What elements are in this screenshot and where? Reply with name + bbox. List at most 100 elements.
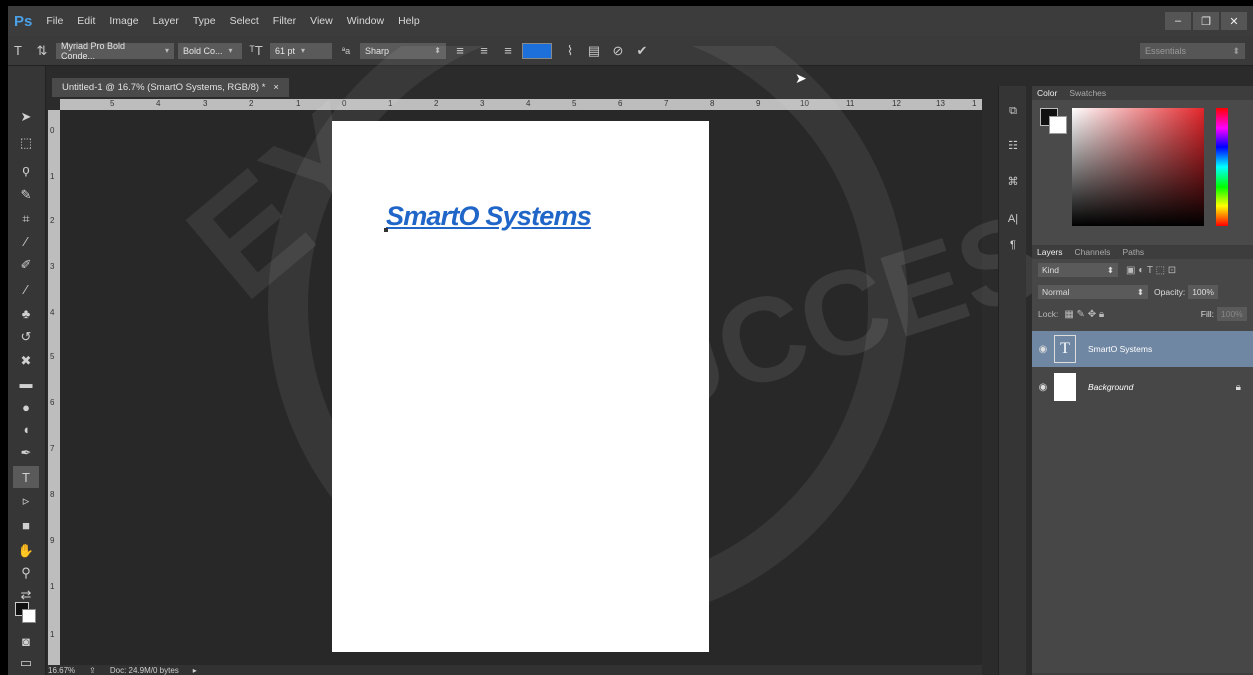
opacity-input[interactable]: 100% — [1188, 285, 1219, 299]
text-color-swatch[interactable] — [522, 42, 552, 59]
ruler-tick: 9 — [756, 99, 761, 108]
tab-swatches[interactable]: Swatches — [1069, 88, 1106, 98]
layer-name[interactable]: Background — [1088, 382, 1133, 392]
font-size-select[interactable]: 61 pt ▾ — [270, 42, 332, 59]
cancel-edit-icon[interactable]: ⊘ — [608, 41, 628, 61]
brush-panel-icon[interactable]: ⌘ — [1004, 172, 1022, 190]
font-style-select[interactable]: Bold Co... ▾ — [178, 42, 242, 59]
align-right-icon[interactable]: ≡ — [498, 41, 518, 61]
menu-type[interactable]: Type — [193, 15, 216, 27]
canvas-area[interactable]: SmartO Systems — [60, 110, 982, 665]
filter-kind-select[interactable]: Kind ⬍ — [1038, 263, 1118, 277]
lock-icons[interactable]: ▦ ✎ ✥ 🔒︎ — [1064, 309, 1104, 320]
character-panel-icon[interactable]: A| — [1004, 210, 1022, 228]
color-picker-field[interactable] — [1072, 108, 1204, 226]
lock-label: Lock: — [1038, 309, 1059, 319]
panel-background-color[interactable] — [1049, 116, 1067, 134]
workspace-select[interactable]: Essentials ⬍ — [1140, 43, 1245, 59]
gradient-tool-icon[interactable]: ▬ — [13, 372, 39, 394]
ruler-tick: 3 — [480, 99, 485, 108]
ruler-tick: 4 — [156, 99, 161, 108]
character-panel-icon[interactable]: ▤ — [584, 41, 604, 61]
quick-select-tool-icon[interactable]: ✎ — [13, 184, 39, 206]
warp-text-icon[interactable]: ⌇ — [560, 41, 580, 61]
blend-mode-select[interactable]: Normal ⬍ — [1038, 285, 1148, 299]
properties-panel-icon[interactable]: ☷ — [1004, 136, 1022, 154]
filter-icons[interactable]: ▣ ◐ T ⬚ ⊡ — [1126, 265, 1176, 276]
window-controls: – ❐ ✕ — [1165, 12, 1247, 30]
foreground-background-swatch[interactable] — [13, 602, 39, 624]
toggle-orientation-icon[interactable]: ⇅ — [32, 41, 52, 61]
status-menu-arrow-icon[interactable]: ▸ — [193, 666, 197, 675]
document-tab[interactable]: Untitled-1 @ 16.7% (SmartO Systems, RGB/… — [52, 78, 289, 97]
menu-help[interactable]: Help — [398, 15, 420, 27]
move-tool-icon[interactable]: ➤ — [13, 106, 39, 128]
document-canvas[interactable]: SmartO Systems — [332, 121, 709, 652]
ruler-tick: 1 — [388, 99, 393, 108]
font-family-select[interactable]: Myriad Pro Bold Conde... ▾ — [56, 41, 174, 61]
eraser-tool-icon[interactable]: ✖ — [13, 350, 39, 372]
restore-button[interactable]: ❐ — [1193, 12, 1219, 30]
pen-tool-icon[interactable]: ✒ — [13, 442, 39, 464]
chevron-down-icon: ⬍ — [434, 46, 441, 55]
menu-window[interactable]: Window — [347, 15, 384, 27]
zoom-level[interactable]: 16.67% — [48, 666, 75, 675]
close-button[interactable]: ✕ — [1221, 12, 1247, 30]
commit-edit-icon[interactable]: ✔ — [632, 41, 652, 61]
history-panel-icon[interactable]: ⧉ — [1004, 102, 1022, 120]
crop-tool-icon[interactable]: ⌗ — [13, 208, 39, 230]
fill-input[interactable]: 100% — [1217, 307, 1247, 321]
tab-paths[interactable]: Paths — [1122, 247, 1144, 257]
layer-row[interactable]: ◉ Background 🔒︎ — [1032, 369, 1253, 405]
menu-image[interactable]: Image — [109, 15, 138, 27]
ruler-tick: 11 — [846, 99, 855, 108]
share-icon[interactable]: ⇪ — [89, 666, 96, 675]
healing-brush-tool-icon[interactable]: ✐ — [13, 254, 39, 276]
menu-view[interactable]: View — [310, 15, 333, 27]
visibility-eye-icon[interactable]: ◉ — [1032, 344, 1054, 355]
close-tab-icon[interactable]: × — [273, 82, 279, 93]
hue-slider[interactable] — [1216, 108, 1228, 226]
layer-row[interactable]: ◉ T SmartO Systems — [1032, 331, 1253, 367]
document-text-layer[interactable]: SmartO Systems — [386, 201, 592, 232]
brush-tool-icon[interactable]: ∕ — [13, 278, 39, 300]
antialias-select[interactable]: Sharp ⬍ — [360, 42, 446, 59]
blend-mode-value: Normal — [1042, 287, 1070, 297]
blur-tool-icon[interactable]: ● — [13, 396, 39, 418]
eyedropper-tool-icon[interactable]: ⁄ — [13, 230, 39, 252]
menu-filter[interactable]: Filter — [273, 15, 296, 27]
hand-tool-icon[interactable]: ✋ — [13, 540, 39, 562]
ruler-tick: 1 — [296, 99, 301, 108]
menu-select[interactable]: Select — [230, 15, 259, 27]
menu-file[interactable]: File — [46, 15, 63, 27]
align-left-icon[interactable]: ≡ — [450, 41, 470, 61]
zoom-tool-icon[interactable]: ⚲ — [13, 562, 39, 584]
tab-layers[interactable]: Layers — [1037, 247, 1063, 257]
tab-channels[interactable]: Channels — [1075, 247, 1111, 257]
minimize-button[interactable]: – — [1165, 12, 1191, 30]
menu-edit[interactable]: Edit — [77, 15, 95, 27]
layer-name[interactable]: SmartO Systems — [1088, 344, 1152, 354]
type-tool-icon[interactable]: T — [13, 466, 39, 488]
clone-stamp-tool-icon[interactable]: ♣ — [13, 302, 39, 324]
photoshop-window: Ps File Edit Image Layer Type Select Fil… — [8, 6, 1253, 675]
rectangle-tool-icon[interactable]: ■ — [13, 514, 39, 536]
history-brush-tool-icon[interactable]: ↺ — [13, 326, 39, 348]
path-select-tool-icon[interactable]: ▹ — [13, 490, 39, 512]
paragraph-panel-icon[interactable]: ¶ — [1004, 236, 1022, 254]
dodge-tool-icon[interactable]: ◖ — [13, 418, 39, 440]
visibility-eye-icon[interactable]: ◉ — [1032, 382, 1054, 393]
menu-layer[interactable]: Layer — [153, 15, 179, 27]
tab-color[interactable]: Color — [1037, 88, 1057, 98]
marquee-tool-icon[interactable]: ⬚ — [13, 132, 39, 154]
document-tab-title: Untitled-1 @ 16.7% (SmartO Systems, RGB/… — [62, 82, 266, 93]
lock-row: Lock: ▦ ✎ ✥ 🔒︎ Fill: 100% — [1032, 303, 1253, 325]
ps-logo: Ps — [14, 12, 33, 30]
align-center-icon[interactable]: ≡ — [474, 41, 494, 61]
type-tool-icon[interactable]: T — [8, 41, 28, 61]
quick-mask-icon[interactable]: ◙ — [13, 630, 39, 652]
horizontal-ruler: 5 4 3 2 1 0 1 2 3 4 5 6 7 8 9 10 11 12 1… — [60, 99, 982, 110]
screen-mode-icon[interactable]: ▭ — [13, 652, 39, 674]
panel-icon-strip: ⧉ ☷ ⌘ A| ¶ — [998, 86, 1026, 675]
lasso-tool-icon[interactable]: ϙ — [13, 158, 39, 180]
